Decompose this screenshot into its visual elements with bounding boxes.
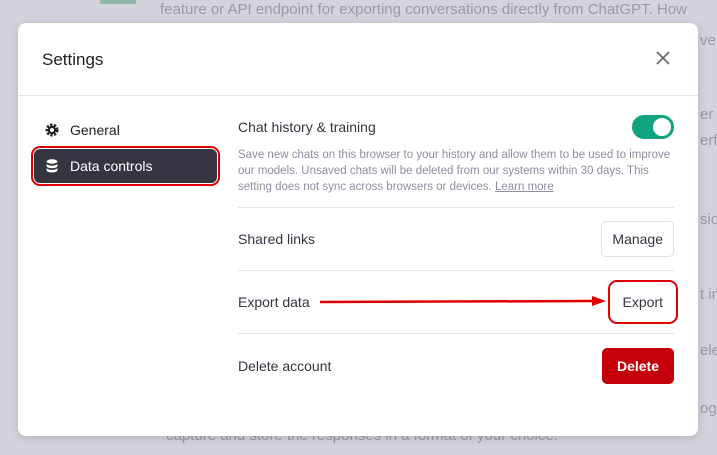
modal-title: Settings xyxy=(42,50,103,70)
background-text: ogr xyxy=(700,400,717,417)
chat-history-row: Chat history & training Save new chats o… xyxy=(238,115,674,208)
export-data-row: Export data Export xyxy=(238,271,674,334)
background-text: erf xyxy=(700,132,717,149)
delete-button[interactable]: Delete xyxy=(602,348,674,384)
background-text: er r xyxy=(700,106,717,123)
background-text: t in xyxy=(700,286,717,303)
nav-item-data-controls[interactable]: Data controls xyxy=(34,149,217,183)
nav-item-general[interactable]: General xyxy=(34,113,217,147)
export-data-label: Export data xyxy=(238,294,310,310)
settings-nav: General Data controls xyxy=(34,113,217,183)
shared-links-label: Shared links xyxy=(238,231,315,247)
delete-account-label: Delete account xyxy=(238,358,331,374)
chat-history-toggle[interactable] xyxy=(632,115,674,139)
gear-icon xyxy=(44,122,60,138)
close-icon[interactable] xyxy=(654,49,672,67)
chat-history-label: Chat history & training xyxy=(238,119,376,135)
nav-label: General xyxy=(70,122,120,138)
data-controls-panel: Chat history & training Save new chats o… xyxy=(238,115,674,398)
background-text: sio xyxy=(700,211,717,228)
shared-links-row: Shared links Manage xyxy=(238,208,674,271)
background-text: ele xyxy=(700,342,717,359)
database-icon xyxy=(44,158,60,174)
delete-account-row: Delete account Delete xyxy=(238,334,674,398)
background-avatar xyxy=(100,0,136,4)
learn-more-link[interactable]: Learn more xyxy=(495,181,554,193)
annotation-arrow-icon xyxy=(318,295,608,309)
nav-label: Data controls xyxy=(70,158,152,174)
manage-button[interactable]: Manage xyxy=(601,221,674,257)
background-text: feature or API endpoint for exporting co… xyxy=(160,1,687,18)
chat-history-description: Save new chats on this browser to your h… xyxy=(238,147,674,207)
settings-modal: Settings General Data controls Chat hist… xyxy=(18,23,698,436)
description-text: Save new chats on this browser to your h… xyxy=(238,149,670,193)
export-button[interactable]: Export xyxy=(612,284,674,320)
background-text: ve xyxy=(700,32,716,49)
divider xyxy=(18,95,698,96)
